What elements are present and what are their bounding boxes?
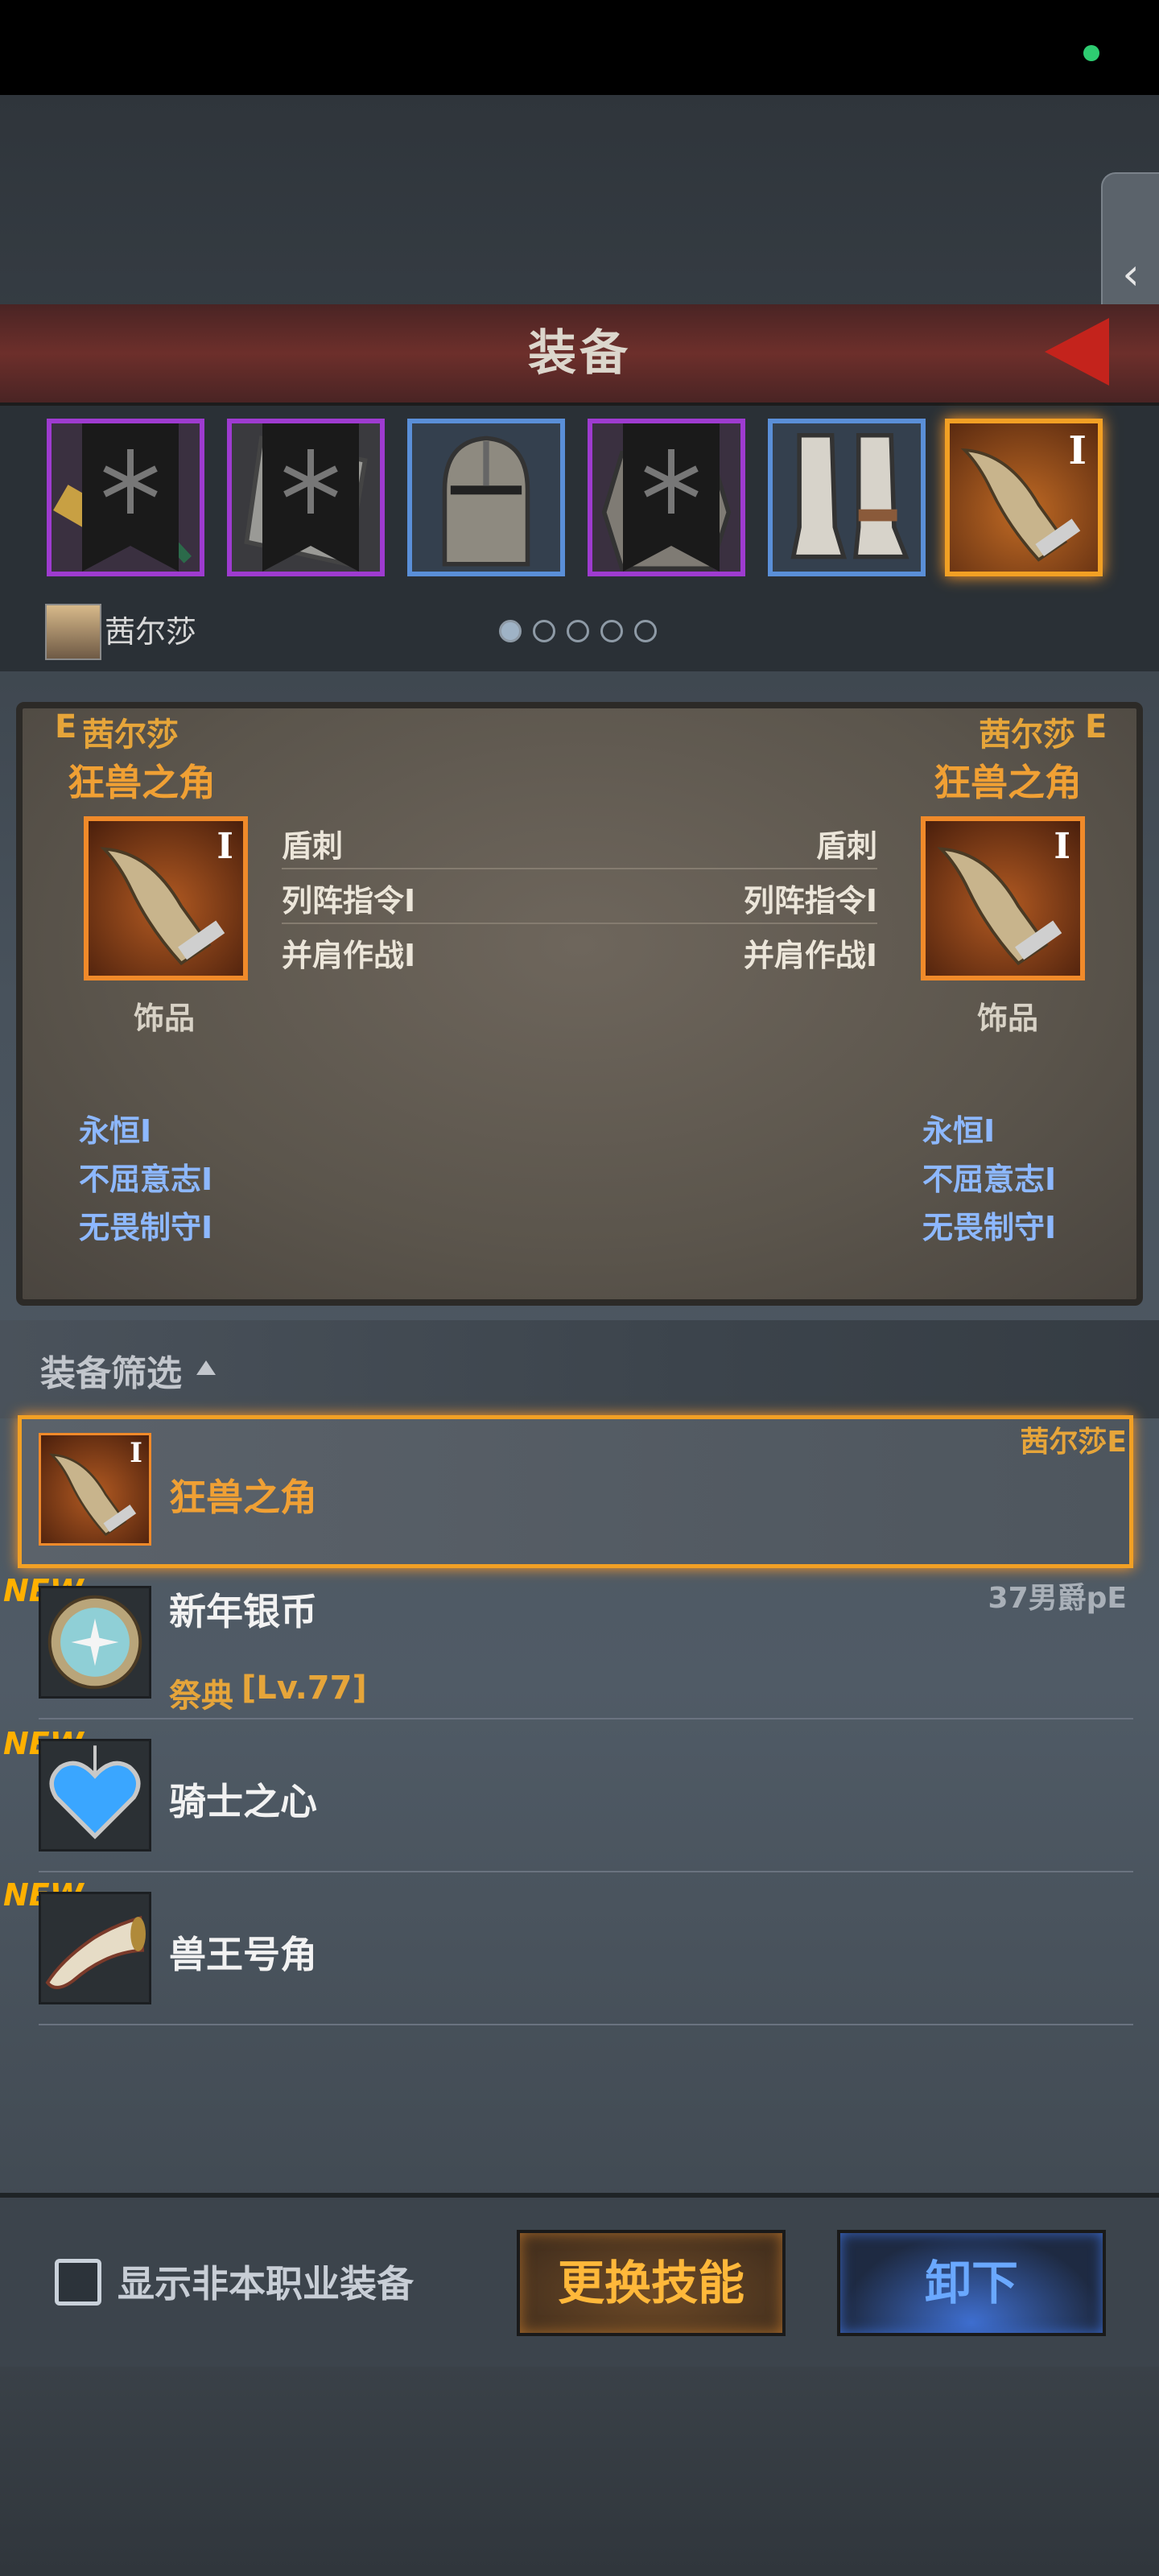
guild-banner-icon [262, 423, 359, 572]
divider [282, 923, 877, 924]
filter-label[interactable]: 装备筛选 [40, 1344, 182, 1396]
chevron-left-icon[interactable]: ‹ [1111, 246, 1151, 303]
slot-helmet[interactable] [407, 419, 565, 576]
item-name: 狂兽之角 [169, 1476, 317, 1519]
page-dot-5[interactable] [634, 620, 657, 642]
show-other-class-checkbox[interactable] [55, 2259, 101, 2306]
item-level: [Lv.77] [241, 1670, 367, 1707]
left-skill-3: 并肩作战I [282, 938, 416, 973]
slot-armor[interactable] [588, 419, 745, 576]
status-bar [0, 0, 1159, 95]
right-rune-1: 永恒I [922, 1113, 996, 1149]
divider [39, 2024, 1133, 2025]
page-dot-4[interactable] [600, 620, 623, 642]
right-skill-3: 并肩作战I [743, 938, 877, 973]
unequip-button[interactable]: 卸下 [837, 2230, 1106, 2336]
left-item-icon: I [84, 816, 248, 980]
slot-weapon[interactable] [47, 419, 204, 576]
plate-boots-icon [773, 423, 921, 572]
slot-accessory[interactable]: I [945, 419, 1103, 576]
item-icon [39, 1892, 151, 2004]
divider [282, 868, 877, 869]
page-dot-1[interactable] [499, 620, 522, 642]
heart-pendant-icon [41, 1741, 149, 1849]
item-subtype: 祭典 [169, 1678, 233, 1715]
tier-label: I [130, 1437, 142, 1469]
page-dot-2[interactable] [533, 620, 555, 642]
item-icon: I [39, 1433, 151, 1546]
slot-boots[interactable] [768, 419, 926, 576]
back-arrow-icon[interactable] [1045, 318, 1109, 386]
guild-banner-icon [623, 423, 720, 572]
guild-banner-icon [82, 423, 179, 572]
right-item-name: 狂兽之角 [934, 761, 1082, 804]
item-icon [39, 1739, 151, 1852]
right-rune-2: 不屈意志I [922, 1162, 1057, 1197]
right-owner: 茜尔莎 [979, 716, 1075, 753]
great-helm-icon [412, 423, 560, 572]
right-item-category: 饰品 [977, 1001, 1039, 1036]
left-skill-2: 列阵指令I [282, 883, 416, 919]
tier-label: I [1054, 826, 1070, 867]
page-title: 装备 [528, 325, 631, 382]
left-rune-3: 无畏制守I [79, 1210, 213, 1245]
right-skill-2: 列阵指令I [743, 883, 877, 919]
silver-coin-icon [41, 1588, 149, 1696]
divider [39, 1718, 1133, 1719]
item-name: 兽王号角 [169, 1933, 317, 1976]
left-rune-1: 永恒I [79, 1113, 152, 1149]
left-item-name: 狂兽之角 [68, 761, 216, 804]
right-item-icon: I [921, 816, 1085, 980]
left-item-category: 饰品 [134, 1001, 196, 1036]
war-horn-icon [41, 1894, 149, 2002]
item-owner: 茜尔莎E [1020, 1426, 1127, 1459]
right-rune-3: 无畏制守I [922, 1210, 1057, 1245]
checkbox-label[interactable]: 显示非本职业装备 [118, 2260, 414, 2307]
character-name: 茜尔莎 [105, 614, 197, 650]
left-owner: 茜尔莎 [82, 716, 179, 753]
divider [39, 1871, 1133, 1872]
item-owner: 37男爵pE [988, 1582, 1127, 1615]
left-rune-2: 不屈意志I [79, 1162, 213, 1197]
right-owner-suffix: E [1085, 708, 1107, 745]
item-icon [39, 1586, 151, 1699]
avatar[interactable] [45, 604, 101, 660]
page-dot-3[interactable] [567, 620, 589, 642]
tier-label: I [1068, 428, 1087, 473]
status-indicator-dot [1083, 45, 1099, 61]
slot-offhand[interactable] [227, 419, 385, 576]
bottom-background [0, 2365, 1159, 2576]
item-name: 骑士之心 [169, 1780, 317, 1823]
left-owner-prefix: E [55, 708, 77, 745]
left-skill-1: 盾刺 [282, 828, 344, 864]
item-name: 新年银币 [169, 1590, 317, 1633]
caret-up-icon[interactable] [196, 1360, 216, 1375]
tier-label: I [217, 826, 233, 867]
right-skill-1: 盾刺 [815, 828, 877, 864]
change-skill-button[interactable]: 更换技能 [517, 2230, 786, 2336]
